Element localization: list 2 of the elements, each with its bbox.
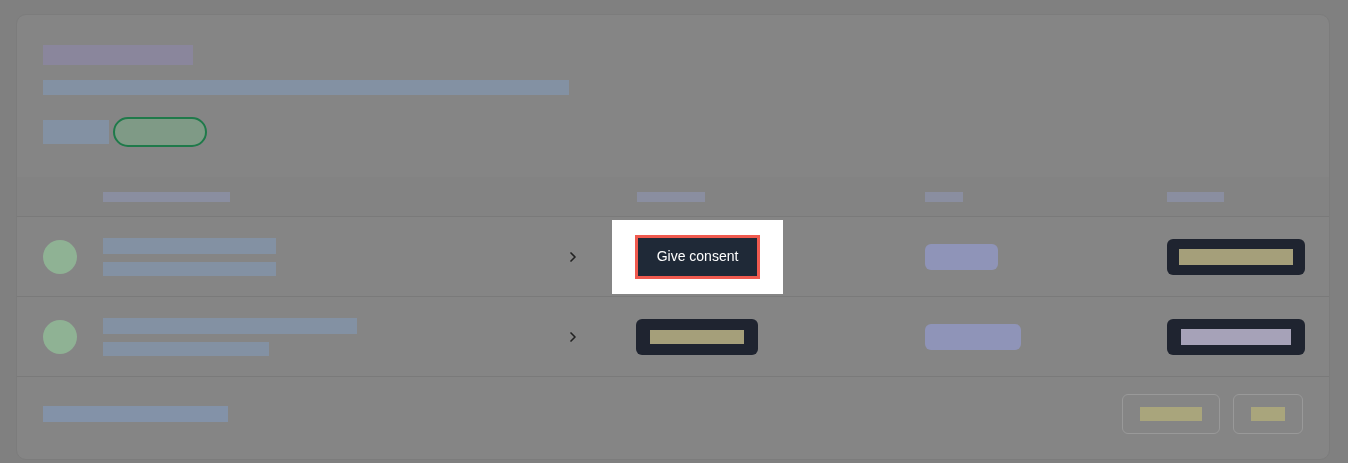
redacted-bar <box>43 120 109 144</box>
give-consent-button[interactable]: Give consent <box>635 234 760 279</box>
